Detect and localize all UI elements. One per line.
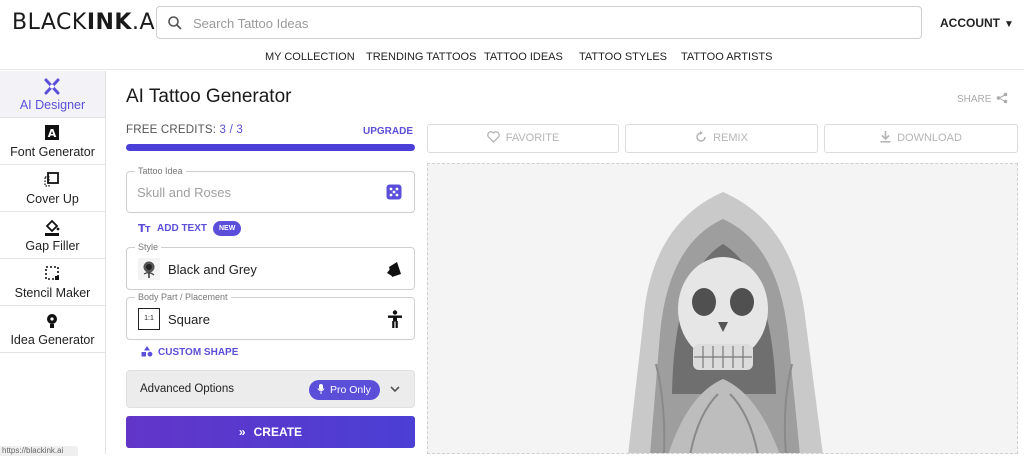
nav-trending-tattoos[interactable]: TRENDING TATTOOS: [366, 51, 476, 63]
new-badge: NEW: [213, 221, 242, 236]
upgrade-link[interactable]: UPGRADE: [363, 126, 413, 137]
gap-filler-icon: [45, 219, 60, 236]
sidebar-item-gap-filler[interactable]: Gap Filler: [0, 212, 105, 259]
heart-icon: [486, 131, 500, 143]
nav-my-collection[interactable]: MY COLLECTION: [265, 51, 355, 63]
share-button[interactable]: SHARE: [957, 92, 1008, 105]
credits-label: FREE CREDITS:: [126, 124, 217, 136]
nav-tattoo-styles[interactable]: TATTOO STYLES: [579, 51, 667, 63]
placement-select[interactable]: Body Part / Placement 1:1 Square: [126, 292, 415, 340]
search-input[interactable]: [193, 13, 893, 33]
tattoo-idea-input[interactable]: Skull and Roses: [137, 185, 231, 200]
credits-total: 3: [236, 124, 243, 136]
page-title: AI Tattoo Generator: [126, 86, 292, 107]
credits-progress-bar: [126, 144, 415, 151]
sidebar-item-cover-up[interactable]: Cover Up: [0, 165, 105, 212]
favorite-button[interactable]: FAVORITE: [427, 124, 619, 153]
credits-used: 3: [219, 124, 227, 136]
credits-counter: FREE CREDITS: 3 / 3: [126, 124, 243, 136]
style-legend: Style: [135, 242, 162, 252]
rose-style-thumbnail: [138, 258, 160, 280]
font-generator-icon: A: [45, 125, 59, 140]
sidebar-item-font-generator[interactable]: A Font Generator: [0, 118, 105, 165]
credits-separator: /: [229, 124, 233, 136]
nav-tattoo-ideas[interactable]: TATTOO IDEAS: [484, 51, 563, 63]
idea-generator-icon: [47, 314, 57, 328]
sidebar-item-label: AI Designer: [19, 98, 86, 112]
download-label: DOWNLOAD: [897, 132, 962, 144]
tattoo-idea-legend: Tattoo Idea: [135, 166, 186, 176]
account-menu[interactable]: ACCOUNT ▼: [940, 16, 1014, 30]
share-icon: [996, 92, 1008, 104]
sidebar-item-label: Cover Up: [26, 192, 79, 206]
favorite-label: FAVORITE: [505, 132, 560, 144]
pro-only-label: Pro Only: [330, 384, 371, 396]
brand-logo[interactable]: BLACKINK.AI: [12, 10, 162, 35]
share-label: SHARE: [957, 94, 992, 105]
ai-designer-icon: [44, 78, 60, 95]
cover-up-icon: [44, 172, 59, 187]
chevron-down-icon: ▼: [1004, 19, 1014, 30]
download-icon: [880, 131, 891, 143]
remix-button[interactable]: REMIX: [625, 124, 818, 153]
custom-shape-button[interactable]: CUSTOM SHAPE: [141, 346, 238, 358]
add-text-label: ADD TEXT: [157, 223, 207, 234]
sidebar-item-label: Idea Generator: [10, 333, 95, 347]
account-label: ACCOUNT: [940, 16, 1000, 30]
shapes-icon: [141, 346, 153, 357]
logo-text-ink: INK: [86, 10, 132, 35]
main-nav: MY COLLECTION TRENDING TATTOOS TATTOO ID…: [0, 44, 1024, 70]
body-figure-icon: [388, 310, 402, 328]
style-value: Black and Grey: [168, 262, 257, 277]
hooded-skull-image: [628, 192, 823, 453]
advanced-options-toggle[interactable]: Advanced Options Pro Only: [126, 370, 415, 408]
create-label: CREATE: [253, 425, 303, 439]
placement-legend: Body Part / Placement: [135, 292, 231, 302]
ink-palette-icon: [387, 262, 401, 277]
create-button[interactable]: » CREATE: [126, 416, 415, 448]
search-bar[interactable]: [156, 6, 922, 39]
sidebar-item-label: Gap Filler: [25, 239, 80, 253]
dice-icon[interactable]: [386, 184, 402, 200]
download-button[interactable]: DOWNLOAD: [824, 124, 1018, 153]
credits-progress-fill: [126, 144, 415, 151]
logo-text-black: BLACK: [12, 10, 87, 35]
sidebar-item-label: Stencil Maker: [14, 286, 91, 300]
tattoo-idea-field[interactable]: Tattoo Idea Skull and Roses: [126, 166, 415, 213]
chevron-down-icon: [390, 386, 400, 393]
remix-icon: [696, 131, 706, 142]
sidebar-item-label: Font Generator: [10, 145, 95, 159]
sidebar-item-stencil-maker[interactable]: Stencil Maker: [0, 259, 105, 306]
pro-only-badge: Pro Only: [309, 380, 380, 400]
microphone-icon: [317, 384, 325, 394]
remix-label: REMIX: [713, 132, 748, 144]
tools-sidebar: AI Designer A Font Generator Cover Up Ga…: [0, 71, 106, 454]
sidebar-item-idea-generator[interactable]: Idea Generator: [0, 306, 105, 353]
square-ratio-icon: 1:1: [138, 308, 160, 330]
text-size-icon: T T: [138, 222, 151, 235]
double-chevron-icon: »: [238, 425, 246, 439]
add-text-button[interactable]: T T ADD TEXT NEW: [138, 221, 242, 236]
stencil-maker-icon: [45, 266, 59, 280]
placement-value: Square: [168, 312, 210, 327]
advanced-options-label: Advanced Options: [140, 383, 234, 395]
svg-text:T: T: [145, 225, 151, 233]
custom-shape-label: CUSTOM SHAPE: [158, 347, 239, 358]
sidebar-item-ai-designer[interactable]: AI Designer: [0, 71, 105, 118]
generated-tattoo-preview: [427, 163, 1018, 454]
search-icon: [168, 16, 182, 30]
svg-text:A: A: [48, 127, 57, 140]
top-bar: BLACKINK.AI ACCOUNT ▼: [0, 0, 1024, 44]
nav-tattoo-artists[interactable]: TATTOO ARTISTS: [681, 51, 772, 63]
status-url: https://blackink.ai: [0, 446, 78, 456]
style-select[interactable]: Style Black and Grey: [126, 242, 415, 290]
